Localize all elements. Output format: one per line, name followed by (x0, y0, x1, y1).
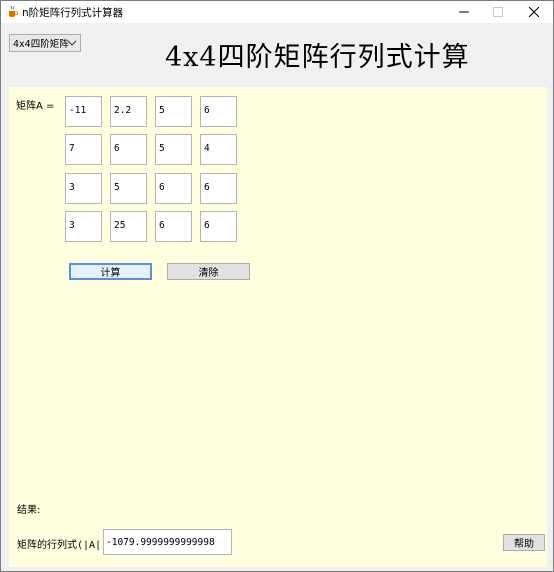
matrix-cell-0-2[interactable]: 5 (155, 96, 192, 127)
matrix-cell-2-3[interactable]: 6 (200, 173, 237, 204)
matrix-cell-1-3[interactable]: 4 (200, 134, 237, 165)
matrix-order-value: 4x4四阶矩阵 (13, 39, 69, 50)
matrix-cell-3-3[interactable]: 6 (200, 211, 237, 242)
matrix-order-select[interactable]: 4x4四阶矩阵 (9, 34, 81, 52)
matrix-cell-3-2[interactable]: 6 (155, 211, 192, 242)
close-button[interactable] (517, 1, 551, 23)
matrix-panel: 矩阵A = -11 2.2 5 6 7 6 5 4 3 5 6 6 3 25 6… (9, 87, 547, 567)
calculate-button[interactable]: 计算 (69, 263, 152, 280)
chevron-down-icon (67, 40, 77, 46)
matrix-cell-2-1[interactable]: 5 (110, 173, 147, 204)
matrix-cell-2-0[interactable]: 3 (65, 173, 102, 204)
help-button[interactable]: 帮助 (503, 534, 545, 551)
determinant-output[interactable]: -1079.9999999999998 (103, 529, 232, 555)
matrix-cell-1-1[interactable]: 6 (110, 134, 147, 165)
header-area: 4x4四阶矩阵 4x4四阶矩阵行列式计算 (1, 23, 553, 87)
close-icon (529, 7, 539, 17)
maximize-button[interactable] (481, 1, 515, 23)
matrix-cell-3-0[interactable]: 3 (65, 211, 102, 242)
matrix-cell-1-2[interactable]: 5 (155, 134, 192, 165)
page-title: 4x4四阶矩阵行列式计算 (165, 42, 470, 73)
java-cup-icon (9, 5, 19, 17)
matrix-cell-0-1[interactable]: 2.2 (110, 96, 147, 127)
title-bar: n阶矩阵行列式计算器 (1, 1, 553, 23)
clear-button[interactable]: 清除 (167, 263, 250, 280)
determinant-label: 矩阵的行列式(|A|)= (17, 540, 114, 551)
minimize-button[interactable] (447, 1, 481, 23)
minimize-icon (459, 11, 469, 13)
matrix-cell-2-2[interactable]: 6 (155, 173, 192, 204)
matrix-cell-1-0[interactable]: 7 (65, 134, 102, 165)
result-label: 结果: (17, 505, 41, 516)
maximize-icon (493, 7, 503, 17)
app-window: n阶矩阵行列式计算器 4x4四阶矩阵 4x4四阶矩阵行列式计算 矩阵A = -1… (0, 0, 554, 572)
window-title: n阶矩阵行列式计算器 (22, 7, 124, 19)
matrix-cell-3-1[interactable]: 25 (110, 211, 147, 242)
matrix-cell-0-3[interactable]: 6 (200, 96, 237, 127)
matrix-cell-0-0[interactable]: -11 (65, 96, 102, 127)
matrix-label: 矩阵A = (16, 101, 55, 112)
